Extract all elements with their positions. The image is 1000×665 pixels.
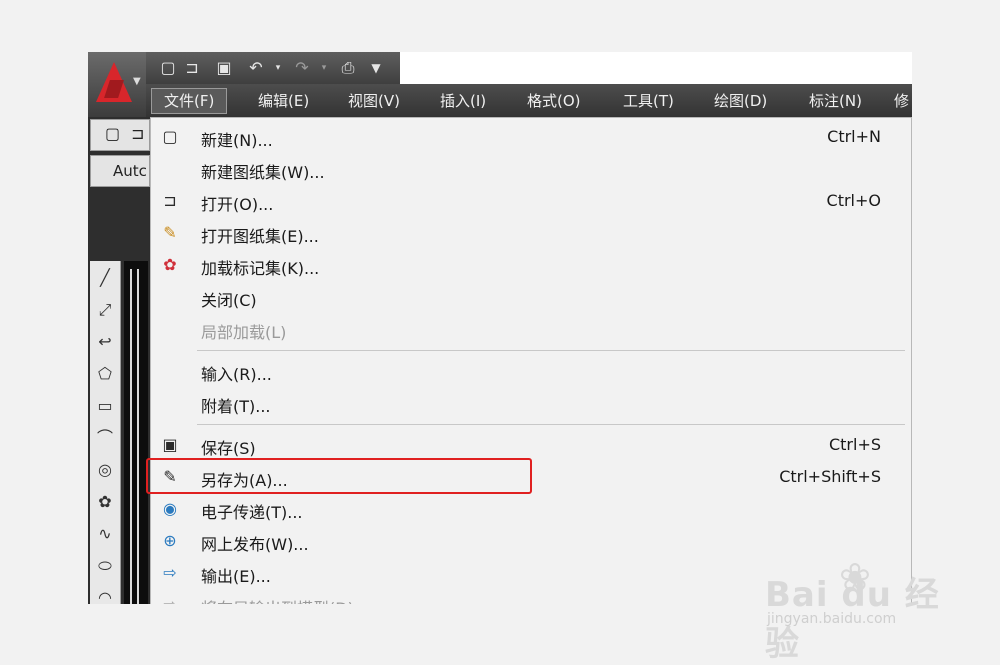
construction-line-icon[interactable]: ⤢: [94, 299, 116, 321]
spline-icon[interactable]: ∿: [94, 523, 116, 545]
undo-dropdown-icon[interactable]: ▾: [268, 58, 288, 78]
menu-item-open[interactable]: ⊐ 打开(O)... Ctrl+O: [151, 186, 911, 214]
menu-bar: 文件(F) 编辑(E) 视图(V) 插入(I) 格式(O) 工具(T) 绘图(D…: [146, 84, 912, 117]
markup-set-icon: ✿: [163, 255, 177, 274]
standard-toolbar: ▢ ⊐: [90, 119, 150, 151]
menu-item-attach[interactable]: 附着(T)...: [151, 388, 911, 416]
redo-icon[interactable]: ↷: [292, 58, 312, 78]
drawing-canvas[interactable]: [124, 261, 148, 604]
left-panel: ▢ ⊐ Autc ╱ ⤢ ↩ ⬠ ▭ ⌒ ◎ ✿ ∿ ⬭ ◠ ⊡ ▪: [88, 117, 152, 604]
menu-item-close[interactable]: 关闭(C): [151, 282, 911, 310]
export-layout-icon: ⇨: [159, 594, 181, 604]
revision-cloud-icon[interactable]: ✿: [94, 491, 116, 513]
polyline-icon[interactable]: ↩: [94, 331, 116, 353]
menu-insert[interactable]: 插入(I): [440, 92, 486, 110]
redo-dropdown-icon[interactable]: ▾: [314, 58, 334, 78]
menu-item-open-sheetset[interactable]: ✎ 打开图纸集(E)...: [151, 218, 911, 246]
publish-web-icon: ⊕: [163, 531, 177, 550]
menu-item-new[interactable]: ▢ 新建(N)... Ctrl+N: [151, 122, 911, 150]
arc-icon[interactable]: ⌒: [94, 427, 116, 449]
etransmit-icon: ◉: [163, 499, 177, 518]
open-folder-icon[interactable]: ⊐: [131, 124, 144, 143]
circle-icon[interactable]: ◎: [94, 459, 116, 481]
watermark-url: jingyan.baidu.com: [767, 611, 897, 627]
application-menu-button[interactable]: ▼: [88, 52, 147, 117]
menu-item-new-sheetset[interactable]: 新建图纸集(W)...: [151, 154, 911, 182]
menu-item-save[interactable]: ▣ 保存(S) Ctrl+S: [151, 430, 911, 458]
autocad-window: ▼ ▢ ⊐ ▣ ↶ ▾ ↷ ▾ ⎙ ▼ 文件(F) 编辑(E) 视图(V) 插入…: [88, 52, 912, 604]
menu-draw[interactable]: 绘图(D): [714, 92, 767, 110]
open-sheetset-icon: ✎: [163, 223, 177, 242]
menu-item-load-markup[interactable]: ✿ 加载标记集(K)...: [151, 250, 911, 278]
menu-modify-partial[interactable]: 修: [894, 92, 909, 110]
workspace-selector[interactable]: Autc: [113, 162, 147, 180]
menu-dimension[interactable]: 标注(N): [809, 92, 862, 110]
polygon-icon[interactable]: ⬠: [94, 363, 116, 385]
customize-qat-icon[interactable]: ▼: [366, 58, 386, 78]
line-icon[interactable]: ╱: [94, 267, 116, 289]
export-icon: ⇨: [163, 563, 177, 582]
save-icon: ▣: [162, 435, 178, 454]
ellipse-arc-icon[interactable]: ◠: [94, 587, 116, 604]
draw-toolbar: ╱ ⤢ ↩ ⬠ ▭ ⌒ ◎ ✿ ∿ ⬭ ◠ ⊡ ▪: [90, 261, 121, 604]
ellipse-icon[interactable]: ⬭: [94, 555, 116, 577]
menu-edit[interactable]: 编辑(E): [258, 92, 309, 110]
new-file-icon[interactable]: ▢: [105, 124, 120, 143]
menu-tools[interactable]: 工具(T): [623, 92, 674, 110]
baidu-watermark: ❀ Bai du 经验 jingyan.baidu.com: [765, 555, 955, 664]
workspace-toolbar: Autc: [90, 155, 150, 187]
undo-icon[interactable]: ↶: [246, 58, 266, 78]
print-icon[interactable]: ⎙: [338, 58, 358, 78]
menu-item-partial-load: 局部加载(L): [201, 323, 287, 342]
menu-separator: [197, 350, 905, 351]
rectangle-icon[interactable]: ▭: [94, 395, 116, 417]
new-file-icon[interactable]: ▢: [158, 58, 178, 78]
menu-separator: [197, 424, 905, 425]
menu-format[interactable]: 格式(O): [527, 92, 581, 110]
chevron-down-icon: ▼: [133, 76, 141, 87]
file-menu-dropdown: ▢ 新建(N)... Ctrl+N 新建图纸集(W)... ⊐ 打开(O)...…: [150, 117, 912, 604]
open-folder-icon: ⊐: [163, 191, 177, 210]
open-folder-icon[interactable]: ⊐: [182, 58, 202, 78]
save-as-highlight-box: [146, 458, 532, 494]
save-icon[interactable]: ▣: [214, 58, 234, 78]
new-file-icon: ▢: [162, 127, 178, 146]
menu-file[interactable]: 文件(F): [151, 88, 228, 114]
menu-view[interactable]: 视图(V): [348, 92, 400, 110]
quick-access-toolbar: ▢ ⊐ ▣ ↶ ▾ ↷ ▾ ⎙ ▼: [146, 52, 400, 84]
menu-item-import[interactable]: 输入(R)...: [151, 356, 911, 384]
menu-item-publish-web[interactable]: ⊕ 网上发布(W)...: [151, 526, 911, 554]
menu-item-etransmit[interactable]: ◉ 电子传递(T)...: [151, 494, 911, 522]
